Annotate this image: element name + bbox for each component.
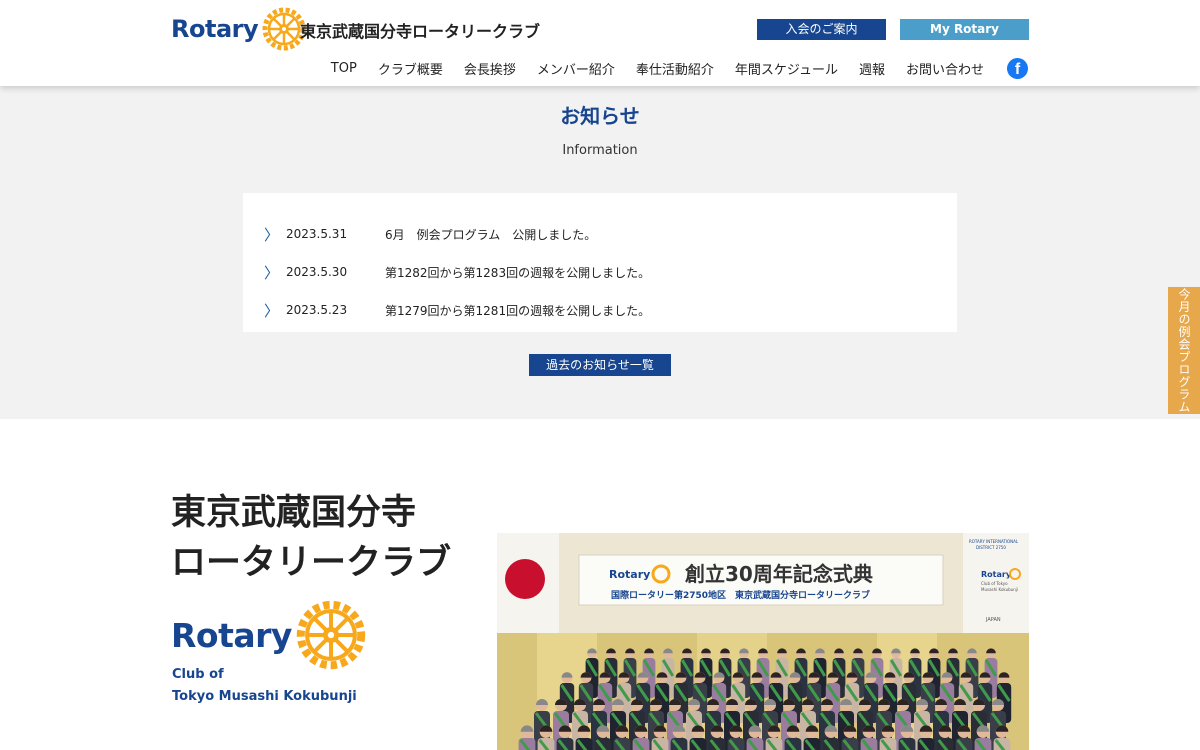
corner-text-1: ROTARY INTERNATIONAL <box>969 539 1019 544</box>
nav-weekly-report[interactable]: 週報 <box>859 59 885 78</box>
chevron-right-icon: 〉 <box>264 225 280 244</box>
banner-subtitle: 国際ロータリー第2750地区 東京武蔵国分寺ロータリークラブ <box>611 589 870 601</box>
rotary-logo[interactable]: Rotary <box>171 7 306 51</box>
rotary-logo-large: Rotary <box>171 600 366 670</box>
banner-title: 創立30周年記念式典 <box>684 562 873 586</box>
nav-contact[interactable]: お問い合わせ <box>906 59 984 78</box>
club-of-line1: Club of <box>172 667 224 682</box>
main-nav: TOP クラブ概要 会長挨拶 メンバー紹介 奉仕活動紹介 年間スケジュール 週報… <box>331 59 984 78</box>
news-item[interactable]: 〉 2023.5.23 第1279回から第1281回の週報を公開しました。 <box>243 291 957 329</box>
club-title-line2: ロータリークラブ <box>171 543 452 583</box>
past-news-button[interactable]: 過去のお知らせ一覧 <box>529 354 671 376</box>
facebook-icon[interactable]: f <box>1007 58 1028 79</box>
club-of-text: Club of Tokyo Musashi Kokubunji <box>172 664 357 708</box>
anniversary-photo-art: Rotary 創立30周年記念式典 国際ロータリー第2750地区 東京武蔵国分寺… <box>497 533 1029 750</box>
news-text[interactable]: 第1279回から第1281回の週報を公開しました。 <box>385 302 650 319</box>
side-club-text-1: Club of Tokyo <box>981 581 1008 586</box>
chevron-right-icon: 〉 <box>264 301 280 320</box>
chevron-right-icon: 〉 <box>264 263 280 282</box>
news-date: 2023.5.31 <box>286 227 348 241</box>
club-of-line2: Tokyo Musashi Kokubunji <box>172 689 357 704</box>
site-header: Rotary 東京武蔵国分寺ロータリークラブ 入会のご案内 My Rotary … <box>0 0 1200 86</box>
nav-top[interactable]: TOP <box>331 61 357 76</box>
logo-text-large: Rotary <box>171 615 292 655</box>
banner-logo-text: Rotary <box>609 568 650 581</box>
side-club-text-2: Musashi Kokubunji <box>981 587 1018 592</box>
news-date: 2023.5.23 <box>286 303 348 317</box>
logo-text: Rotary <box>171 15 259 43</box>
nav-members[interactable]: メンバー紹介 <box>537 59 615 78</box>
side-country-text: JAPAN <box>985 617 1001 623</box>
nav-service-activities[interactable]: 奉仕活動紹介 <box>636 59 714 78</box>
news-title: お知らせ <box>560 104 640 128</box>
news-section: お知らせ Information 〉 2023.5.31 6月 例会プログラム … <box>0 86 1200 419</box>
news-text[interactable]: 6月 例会プログラム 公開しました。 <box>385 226 596 243</box>
news-subtitle: Information <box>562 143 638 158</box>
corner-text-2: DISTRICT 2750 <box>976 545 1006 550</box>
club-name[interactable]: 東京武蔵国分寺ロータリークラブ <box>300 18 540 42</box>
monthly-program-tab[interactable]: 今月の例会プログラム <box>1168 287 1200 414</box>
club-title-line1: 東京武蔵国分寺 <box>171 493 417 533</box>
news-item[interactable]: 〉 2023.5.30 第1282回から第1283回の週報を公開しました。 <box>243 253 957 291</box>
news-item[interactable]: 〉 2023.5.31 6月 例会プログラム 公開しました。 <box>243 215 957 253</box>
anniversary-photo: Rotary 創立30周年記念式典 国際ロータリー第2750地区 東京武蔵国分寺… <box>497 533 1029 750</box>
nav-annual-schedule[interactable]: 年間スケジュール <box>735 59 838 78</box>
nav-club-overview[interactable]: クラブ概要 <box>378 59 443 78</box>
news-text[interactable]: 第1282回から第1283回の週報を公開しました。 <box>385 264 650 281</box>
join-info-button[interactable]: 入会のご案内 <box>757 19 886 40</box>
rotary-wheel-icon <box>296 600 366 670</box>
club-title: 東京武蔵国分寺 ロータリークラブ <box>171 488 451 588</box>
nav-president-greeting[interactable]: 会長挨拶 <box>464 59 516 78</box>
news-date: 2023.5.30 <box>286 265 348 279</box>
my-rotary-button[interactable]: My Rotary <box>900 19 1029 40</box>
news-list: 〉 2023.5.31 6月 例会プログラム 公開しました。 〉 2023.5.… <box>243 193 957 332</box>
side-logo-text: Rotary <box>981 570 1012 579</box>
